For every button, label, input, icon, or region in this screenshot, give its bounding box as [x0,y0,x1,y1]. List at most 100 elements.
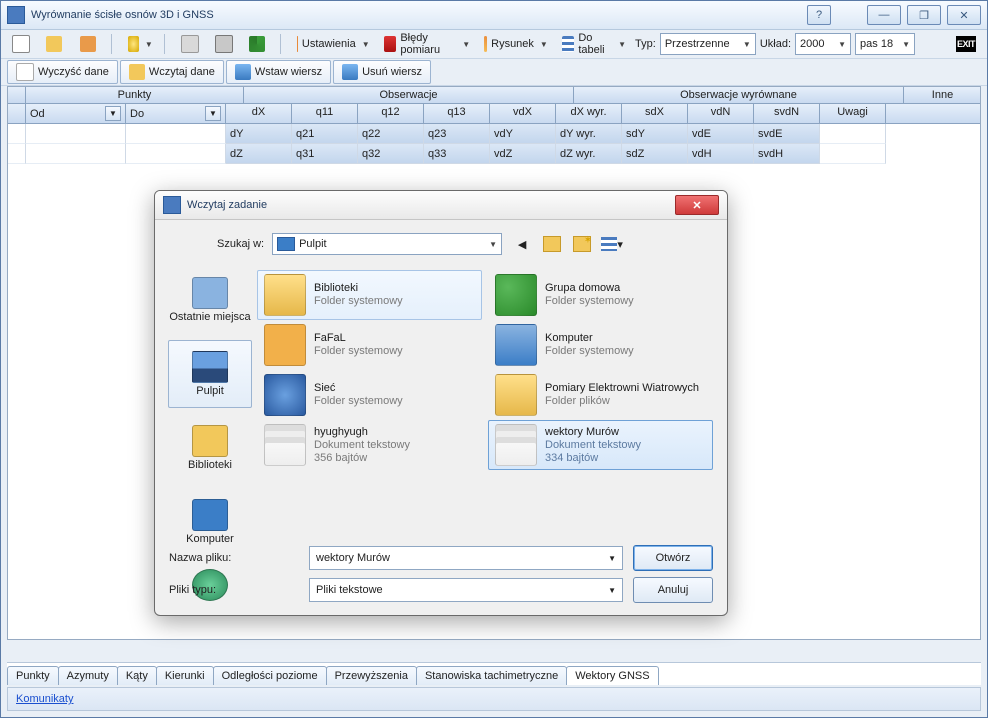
insert-row-button[interactable]: Wstaw wiersz [226,60,331,84]
type-label: Typ: [635,38,656,50]
to-table-button[interactable]: Do tabeli▼ [557,33,631,55]
dialog-icon [163,196,181,214]
group-obs-adj: Obserwacje wyrównane [574,87,904,103]
cell: vdE [688,124,754,144]
system-select[interactable]: 2000▼ [795,33,851,55]
file-item[interactable]: Pomiary Elektrowni WiatrowychFolder plik… [488,370,713,420]
type-select[interactable]: Przestrzenne▼ [660,33,756,55]
group-points: Punkty [26,87,244,103]
copy-icon[interactable] [176,33,206,55]
cell: q23 [424,124,490,144]
tab-5[interactable]: Przewyższenia [326,666,417,685]
tab-2[interactable]: Kąty [117,666,157,685]
delete-row-button[interactable]: Usuń wiersz [333,60,431,84]
tab-4[interactable]: Odległości poziome [213,666,327,685]
cell: q32 [358,144,424,164]
cell[interactable] [126,124,226,144]
cell: sdY [622,124,688,144]
column-do-dropdown[interactable]: Do▼ [126,104,226,123]
cell[interactable] [8,144,26,164]
exit-icon: EXIT [956,36,976,52]
refresh-icon[interactable] [244,33,274,55]
filename-label: Nazwa pliku: [169,552,299,564]
cell: q22 [358,124,424,144]
cell: q31 [292,144,358,164]
cancel-button[interactable]: Anuluj [633,577,713,603]
main-toolbar: ▼ Ustawienia▼ Błędy pomiaru▼ Rysunek▼ Do… [1,30,987,59]
cell: vdZ [490,144,556,164]
back-icon[interactable]: ◀ [510,232,534,256]
open-icon[interactable] [41,33,71,55]
cell: svdH [754,144,820,164]
minimize-button[interactable]: — [867,5,901,25]
messages-link[interactable]: Komunikaty [16,693,73,705]
cell[interactable] [8,124,26,144]
file-item[interactable]: wektory MurówDokument tekstowy334 bajtów [488,420,713,470]
cell: dY [226,124,292,144]
tab-6[interactable]: Stanowiska tachimetryczne [416,666,567,685]
exit-button[interactable]: EXIT [951,33,981,55]
place-1[interactable]: Pulpit [168,340,252,408]
save-icon[interactable] [75,33,105,55]
help-button[interactable]: ? [807,5,831,25]
place-2[interactable]: Biblioteki [168,414,252,482]
bottom-tabs: PunktyAzymutyKątyKierunkiOdległości pozi… [7,662,981,685]
column-od-dropdown[interactable]: Od▼ [26,104,126,123]
cell: q21 [292,124,358,144]
settings-button[interactable]: Ustawienia▼ [292,33,375,55]
filetype-label: Pliki typu: [169,584,299,596]
group-other: Inne [904,87,981,103]
errors-button[interactable]: Błędy pomiaru▼ [379,33,476,55]
new-icon[interactable] [7,33,37,55]
tab-0[interactable]: Punkty [7,666,59,685]
title-bar: Wyrównanie ścisłe osnów 3D i GNSS ? — ❐ … [1,1,987,30]
open-file-dialog: Wczytaj zadanie ✕ Szukaj w: Pulpit▼ ◀ ✶ … [154,190,728,616]
strip-select[interactable]: pas 18▼ [855,33,915,55]
load-data-button[interactable]: Wczytaj dane [120,60,224,84]
tab-7[interactable]: Wektory GNSS [566,666,658,685]
lookin-select[interactable]: Pulpit▼ [272,233,502,255]
dialog-title-bar: Wczytaj zadanie ✕ [155,191,727,220]
place-0[interactable]: Ostatnie miejsca [168,266,252,334]
tab-3[interactable]: Kierunki [156,666,214,685]
cell[interactable] [26,124,126,144]
cell: dZ [226,144,292,164]
file-item[interactable]: Grupa domowaFolder systemowy [488,270,713,320]
file-item[interactable]: hyughyughDokument tekstowy356 bajtów [257,420,482,470]
app-icon [7,6,25,24]
window-title: Wyrównanie ścisłe osnów 3D i GNSS [31,9,801,21]
command-row: Wyczyść dane Wczytaj dane Wstaw wiersz U… [1,59,987,86]
file-item[interactable]: BibliotekiFolder systemowy [257,270,482,320]
lightbulb-icon[interactable]: ▼ [123,33,158,55]
dialog-close-button[interactable]: ✕ [675,195,719,215]
filename-input[interactable]: wektory Murów▼ [309,546,623,570]
restore-button[interactable]: ❐ [907,5,941,25]
file-item[interactable]: FaFaLFolder systemowy [257,320,482,370]
file-item[interactable]: KomputerFolder systemowy [488,320,713,370]
drawing-button[interactable]: Rysunek▼ [479,33,553,55]
cell [820,124,886,144]
cell: vdH [688,144,754,164]
cell[interactable] [26,144,126,164]
views-icon[interactable]: ▾ [600,232,624,256]
cell: q33 [424,144,490,164]
cell: sdZ [622,144,688,164]
new-folder-icon[interactable]: ✶ [570,232,594,256]
cell: vdY [490,124,556,144]
close-button[interactable]: ✕ [947,5,981,25]
cell: dY wyr. [556,124,622,144]
dialog-title: Wczytaj zadanie [187,199,669,211]
filetype-select[interactable]: Pliki tekstowe▼ [309,578,623,602]
up-icon[interactable] [540,232,564,256]
cell: svdE [754,124,820,144]
cell [820,144,886,164]
print-icon[interactable] [210,33,240,55]
group-obs: Obserwacje [244,87,574,103]
file-item[interactable]: SiećFolder systemowy [257,370,482,420]
clear-data-button[interactable]: Wyczyść dane [7,60,118,84]
tab-1[interactable]: Azymuty [58,666,118,685]
cell: dZ wyr. [556,144,622,164]
desktop-icon [277,237,295,251]
cell[interactable] [126,144,226,164]
open-button[interactable]: Otwórz [633,545,713,571]
